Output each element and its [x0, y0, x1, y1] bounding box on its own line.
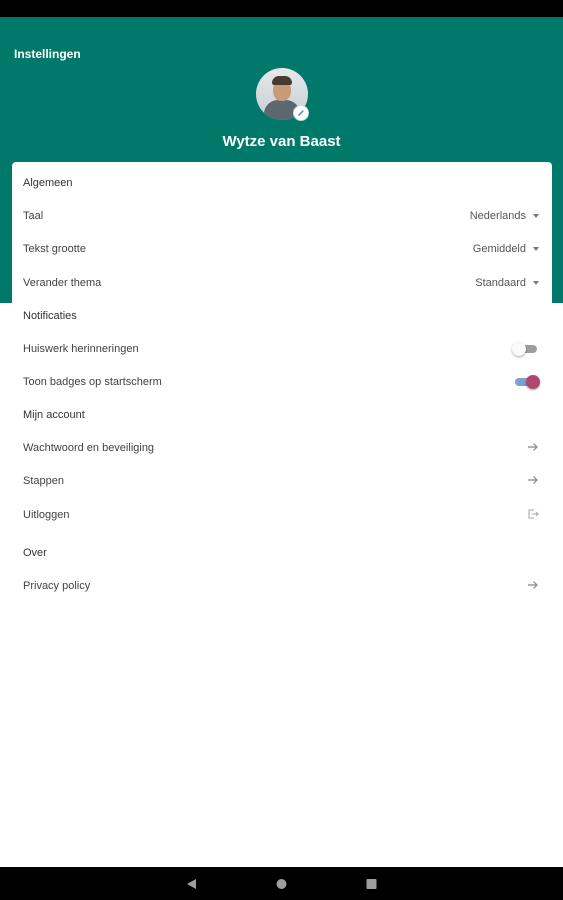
chevron-down-icon	[533, 214, 539, 218]
dropdown-value: Gemiddeld	[472, 243, 526, 255]
status-bar	[0, 0, 563, 17]
setting-label: Uitloggen	[23, 509, 70, 521]
user-name: Wytze van Baast	[222, 133, 341, 150]
section-title: Over	[23, 547, 47, 559]
dropdown-value: Standaard	[475, 277, 526, 289]
setting-label: Wachtwoord en beveiliging	[23, 442, 155, 454]
arrow-right-icon	[528, 476, 538, 484]
text-size-dropdown[interactable]: Gemiddeld	[473, 243, 539, 255]
setting-label: Privacy policy	[23, 580, 91, 592]
show-badges-toggle[interactable]	[513, 375, 540, 389]
language-dropdown[interactable]: Nederlands	[470, 210, 539, 222]
home-icon[interactable]	[276, 878, 287, 890]
chevron-down-icon	[533, 281, 539, 285]
pencil-icon	[298, 110, 304, 116]
setting-label: Taal	[23, 210, 44, 222]
back-icon[interactable]	[186, 878, 197, 890]
recents-icon[interactable]	[366, 878, 377, 890]
chevron-down-icon	[533, 247, 539, 251]
section-title: Algemeen	[23, 177, 73, 189]
logout-icon	[528, 509, 539, 519]
settings-card	[12, 162, 552, 632]
theme-dropdown[interactable]: Standaard	[475, 277, 539, 289]
edit-avatar-button[interactable]	[294, 106, 308, 120]
arrow-right-icon	[528, 581, 538, 589]
dropdown-value: Nederlands	[469, 210, 526, 222]
setting-label: Stappen	[23, 475, 64, 487]
setting-label: Huiswerk herinneringen	[23, 343, 139, 355]
arrow-right-icon	[528, 443, 538, 451]
homework-reminders-toggle[interactable]	[512, 342, 539, 356]
page-title: Instellingen	[14, 47, 81, 61]
navigation-bar	[0, 867, 563, 900]
section-title: Notificaties	[23, 310, 77, 322]
setting-label: Toon badges op startscherm	[23, 376, 162, 388]
section-title: Mijn account	[23, 409, 85, 421]
setting-label: Verander thema	[23, 277, 102, 289]
setting-label: Tekst grootte	[23, 243, 86, 255]
